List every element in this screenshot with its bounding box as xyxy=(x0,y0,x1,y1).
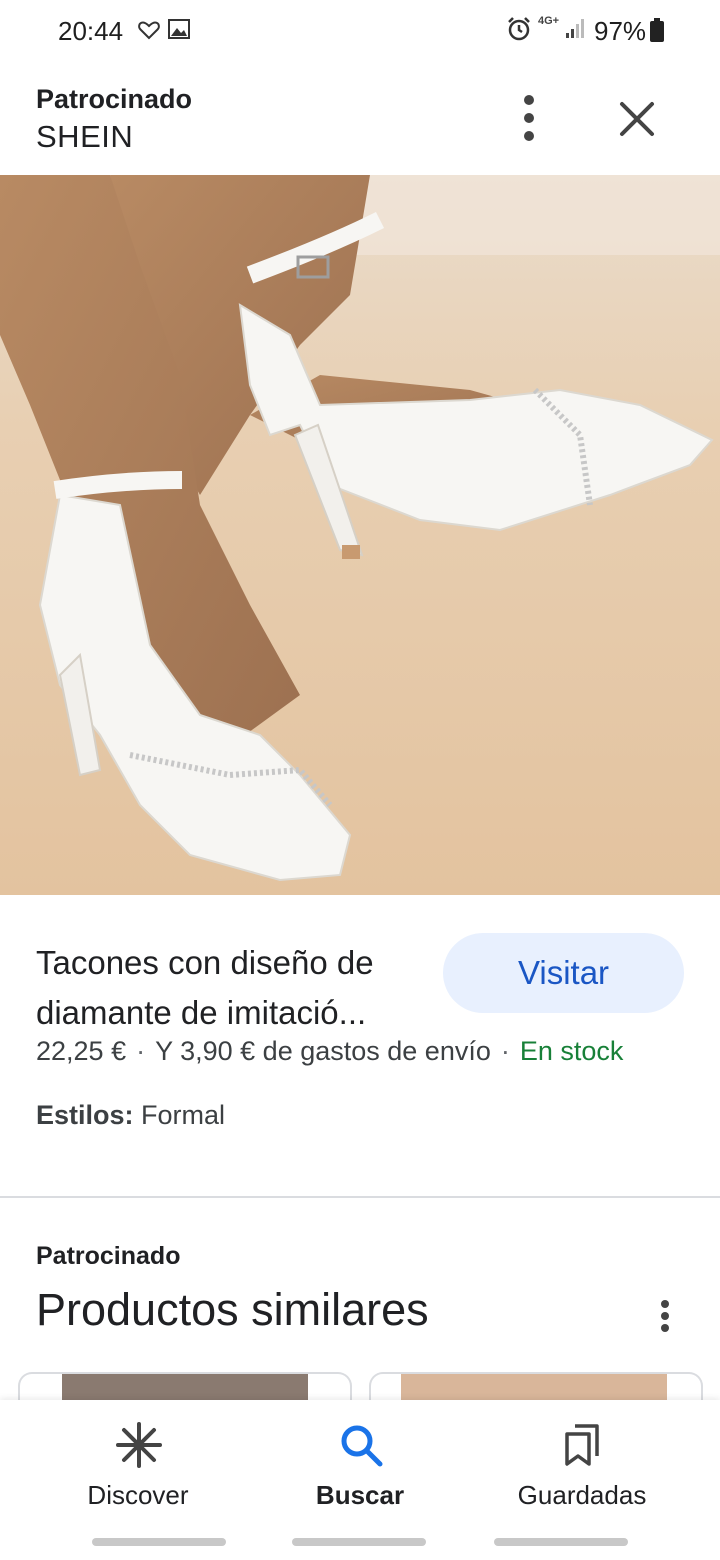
close-icon[interactable] xyxy=(610,92,664,146)
nav-label: Buscar xyxy=(315,1480,405,1510)
product-thumbnail xyxy=(62,1374,308,1402)
status-time: 20:44 xyxy=(58,16,124,46)
more-options-icon[interactable] xyxy=(650,1296,680,1336)
ad-header: Patrocinado SHEIN xyxy=(0,64,720,174)
product-title-line-2: diamante de imitació... xyxy=(36,994,367,1031)
gesture-bar xyxy=(92,1538,226,1546)
alarm-icon xyxy=(508,17,530,41)
status-bar: 20:44 4G+ 97% xyxy=(0,0,720,64)
similar-product-card[interactable] xyxy=(18,1372,352,1402)
product-photo xyxy=(0,175,720,895)
nav-item-discover[interactable]: Discover xyxy=(18,1400,258,1530)
nav-label: Discover xyxy=(87,1480,189,1510)
advertiser-name: SHEIN xyxy=(36,119,134,154)
asterisk-icon xyxy=(116,1422,162,1468)
styles-value: Formal xyxy=(141,1100,226,1130)
gesture-bar xyxy=(292,1538,426,1546)
separator: · xyxy=(136,1036,146,1066)
battery-percentage: 97% xyxy=(594,16,647,46)
search-icon xyxy=(341,1425,383,1467)
product-thumbnail xyxy=(401,1374,667,1402)
styles-row: Estilos: Formal xyxy=(36,1100,225,1131)
price-row: 22,25 € · Y 3,90 € de gastos de envío · En s… xyxy=(36,1036,623,1067)
similar-products-title: Productos similares xyxy=(36,1284,429,1335)
nav-item-buscar[interactable]: Buscar xyxy=(240,1400,480,1530)
product-price: 22,25 € xyxy=(36,1036,127,1066)
network-type: 4G+ xyxy=(538,15,560,27)
product-image[interactable] xyxy=(0,175,720,895)
nav-label: Guardadas xyxy=(517,1480,647,1510)
similar-sponsored-label: Patrocinado xyxy=(36,1242,181,1270)
section-divider xyxy=(0,1196,720,1198)
separator: · xyxy=(500,1036,510,1066)
heart-icon xyxy=(138,21,160,40)
signal-icon xyxy=(566,19,584,38)
bookmarks-icon xyxy=(565,1424,599,1466)
bottom-navigation: Discover Buscar Guardadas xyxy=(0,1400,720,1560)
gallery-icon xyxy=(168,19,190,39)
nav-item-guardadas[interactable]: Guardadas xyxy=(462,1400,702,1530)
gesture-bar xyxy=(494,1538,628,1546)
styles-label: Estilos: xyxy=(36,1100,134,1130)
product-title[interactable]: Tacones con diseño de diamante de imitac… xyxy=(36,938,436,1038)
stock-status: En stock xyxy=(519,1036,624,1066)
battery-icon xyxy=(650,18,664,42)
visit-button[interactable]: Visitar xyxy=(443,933,684,1013)
more-options-icon[interactable] xyxy=(506,90,552,146)
product-title-line-1: Tacones con diseño de xyxy=(36,944,374,981)
sponsored-label: Patrocinado xyxy=(36,84,193,114)
shipping-cost: Y 3,90 € de gastos de envío xyxy=(155,1036,491,1066)
similar-product-card[interactable] xyxy=(369,1372,703,1402)
